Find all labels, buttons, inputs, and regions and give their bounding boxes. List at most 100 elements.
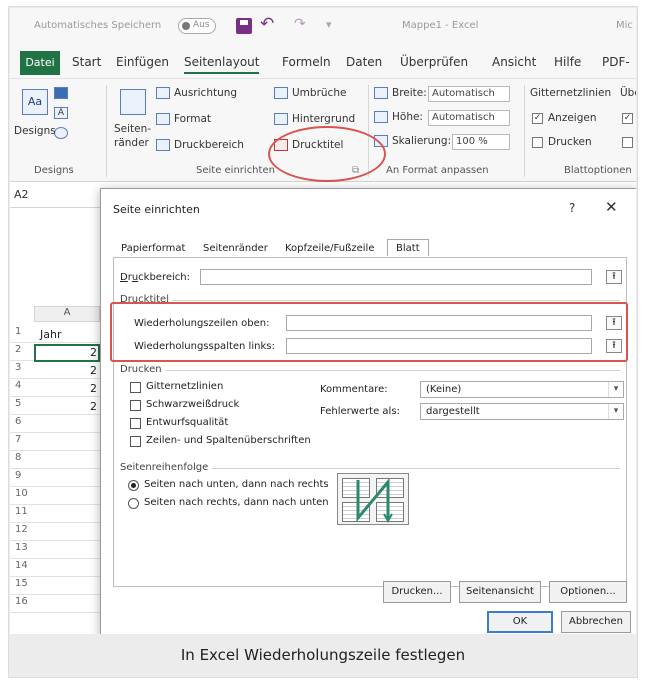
row-number[interactable]: 6 — [10, 416, 34, 427]
skalierung-label: Skalierung: — [392, 135, 452, 147]
tab-seitenraender[interactable]: Seitenränder — [203, 243, 268, 254]
drucken-button[interactable]: Drucken... — [383, 581, 451, 603]
colors-icon[interactable] — [54, 87, 68, 99]
quick-access-dropdown-icon[interactable]: ▾ — [326, 18, 332, 31]
row-number[interactable]: 14 — [10, 560, 34, 571]
ribbon-tabs: Datei Start Einfügen Seitenlayout Formel… — [10, 48, 636, 78]
gridlines-show-checkbox[interactable]: ✓ — [532, 113, 543, 124]
fehlerwerte-select[interactable]: dargestellt ▾ — [420, 403, 624, 420]
row-number[interactable]: 10 — [10, 488, 34, 499]
radio-down-then-right-label: Seiten nach unten, dann nach rechts — [144, 479, 329, 490]
tab-formeln[interactable]: Formeln — [282, 55, 331, 69]
cell-a2-partial: 2 — [90, 346, 97, 359]
tab-hilfe[interactable]: Hilfe — [554, 55, 581, 69]
fehlerwerte-label: Fehlerwerte als: — [320, 406, 400, 417]
radio-right-then-down[interactable] — [128, 498, 139, 509]
dialog-title: Seite einrichten — [113, 203, 200, 216]
column-header-a[interactable]: A — [34, 306, 100, 322]
save-icon[interactable] — [236, 18, 252, 34]
background-icon[interactable] — [274, 113, 288, 125]
ribbon-umbrueche[interactable]: Umbrüche — [292, 87, 346, 99]
fonts-icon[interactable]: A — [54, 107, 68, 119]
row-gridline — [10, 450, 100, 451]
drucken-heading: Drucken — [120, 364, 162, 375]
row-number[interactable]: 15 — [10, 578, 34, 589]
optionen-button[interactable]: Optionen... — [549, 581, 627, 603]
ueberschriften-header: Übe — [620, 87, 636, 99]
row-number[interactable]: 7 — [10, 434, 34, 445]
print-area-icon[interactable] — [156, 139, 170, 151]
divider — [166, 370, 620, 371]
ok-button[interactable]: OK — [487, 611, 553, 633]
seite-einrichten-dialog: Seite einrichten ? ✕ Papierformat Seiten… — [100, 188, 636, 634]
orientation-icon[interactable] — [156, 87, 170, 99]
margins-icon[interactable] — [120, 89, 146, 115]
row-gridline — [10, 378, 100, 379]
breaks-icon[interactable] — [274, 87, 288, 99]
size-icon[interactable] — [156, 113, 170, 125]
row-number[interactable]: 12 — [10, 524, 34, 535]
ribbon-druckbereich[interactable]: Druckbereich — [174, 139, 244, 151]
breite-select[interactable]: Automatisch — [428, 86, 510, 102]
entwurfsqualitaet-checkbox[interactable] — [130, 418, 141, 429]
tab-blatt[interactable]: Blatt — [387, 239, 429, 256]
group-separator — [106, 85, 107, 177]
row-number[interactable]: 2 — [10, 344, 34, 355]
tab-kopfzeile-fusszeile[interactable]: Kopfzeile/Fußzeile — [285, 243, 374, 254]
name-box[interactable]: A2 — [14, 188, 70, 204]
tab-ansicht[interactable]: Ansicht — [492, 55, 536, 69]
tab-pdf[interactable]: PDF- — [602, 55, 630, 69]
ribbon-hintergrund[interactable]: Hintergrund — [292, 113, 355, 125]
druckbereich-label: Druckbereich: — [120, 272, 190, 283]
row-number[interactable]: 3 — [10, 362, 34, 373]
schwarzweissdruck-checkbox[interactable] — [130, 400, 141, 411]
autosave-toggle[interactable]: Aus — [178, 18, 216, 34]
tab-papierformat[interactable]: Papierformat — [121, 243, 185, 254]
close-icon[interactable]: ✕ — [605, 198, 618, 216]
redo-icon[interactable]: ↷ — [294, 16, 306, 32]
druckbereich-collapse-icon[interactable]: ⭱ — [606, 270, 622, 284]
undo-icon[interactable]: ↶ — [260, 14, 274, 34]
tab-start[interactable]: Start — [72, 55, 101, 69]
ribbon-format[interactable]: Format — [174, 113, 211, 125]
ribbon-ausrichtung[interactable]: Ausrichtung — [174, 87, 237, 99]
tab-seitenlayout[interactable]: Seitenlayout — [184, 55, 260, 74]
group-label-scale: An Format anpassen — [386, 165, 489, 176]
zeilen-spalten-checkbox[interactable] — [130, 436, 141, 447]
hoehe-select[interactable]: Automatisch — [428, 110, 510, 126]
row-number[interactable]: 16 — [10, 596, 34, 607]
seitenansicht-button[interactable]: Seitenansicht — [459, 581, 541, 603]
row-number[interactable]: 13 — [10, 542, 34, 553]
margins-label-1[interactable]: Seiten- — [114, 123, 151, 135]
row-gridline — [10, 342, 100, 343]
row-number[interactable]: 1 — [10, 326, 34, 337]
row-gridline — [10, 576, 100, 577]
gridlines-print-checkbox[interactable] — [532, 137, 543, 148]
druckbereich-input[interactable] — [200, 269, 592, 285]
group-label-designs: Designs — [34, 165, 74, 176]
tab-einfuegen[interactable]: Einfügen — [116, 55, 169, 69]
row-number[interactable]: 4 — [10, 380, 34, 391]
row-number[interactable]: 5 — [10, 398, 34, 409]
designs-icon[interactable]: Aa — [22, 89, 48, 115]
gitternetzlinien-checkbox[interactable] — [130, 382, 141, 393]
row-number[interactable]: 9 — [10, 470, 34, 481]
abbrechen-button[interactable]: Abbrechen — [561, 611, 631, 633]
radio-down-then-right[interactable] — [128, 480, 139, 491]
help-icon[interactable]: ? — [569, 201, 575, 215]
tab-daten[interactable]: Daten — [346, 55, 382, 69]
kommentare-select[interactable]: (Keine) ▾ — [420, 381, 624, 398]
cell-a1[interactable]: Jahr — [40, 328, 61, 341]
tab-ueberpruefen[interactable]: Überprüfen — [400, 55, 468, 69]
skalierung-input[interactable]: 100 % — [452, 134, 510, 150]
row-number[interactable]: 8 — [10, 452, 34, 463]
headings-show-checkbox[interactable]: ✓ — [622, 113, 633, 124]
chevron-down-icon: ▾ — [608, 382, 623, 397]
tab-datei[interactable]: Datei — [20, 51, 60, 75]
user-name: Mic — [616, 20, 633, 31]
row-number[interactable]: 11 — [10, 506, 34, 517]
headings-print-checkbox[interactable] — [622, 137, 633, 148]
effects-icon[interactable] — [54, 127, 68, 139]
designs-button-label[interactable]: Designs — [14, 125, 56, 137]
margins-label-2[interactable]: ränder — [114, 137, 149, 149]
